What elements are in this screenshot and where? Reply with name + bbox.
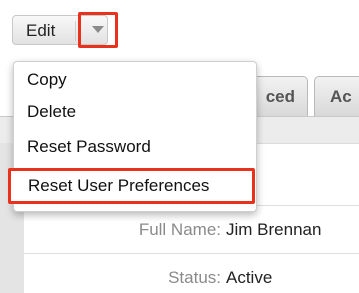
menu-item-copy[interactable]: Copy: [27, 70, 67, 90]
edit-button-label: Edit: [26, 21, 56, 40]
full-name-label: Full Name:: [138, 220, 221, 239]
menu-item-reset-user-preferences[interactable]: Reset User Preferences: [8, 168, 255, 204]
tab-label: ced: [265, 87, 295, 106]
tab-label: Ac: [330, 87, 352, 106]
caret-down-icon: [92, 26, 104, 33]
edit-dropdown-toggle[interactable]: [78, 12, 118, 48]
menu-item-delete[interactable]: Delete: [27, 102, 76, 122]
split-divider: [75, 21, 76, 41]
tab-access[interactable]: Ac: [314, 76, 359, 116]
full-name-value: Jim Brennan: [226, 220, 322, 239]
status-row: Status: Active: [24, 253, 359, 293]
status-value: Active: [226, 268, 273, 287]
status-label: Status:: [168, 268, 221, 287]
record-view: ced Ac Full Name: Jim Brennan Status: Ac…: [0, 0, 359, 293]
full-name-row: Full Name: Jim Brennan: [24, 205, 359, 254]
menu-item-reset-password[interactable]: Reset Password: [27, 137, 151, 157]
menu-item-label: Reset User Preferences: [28, 176, 210, 195]
